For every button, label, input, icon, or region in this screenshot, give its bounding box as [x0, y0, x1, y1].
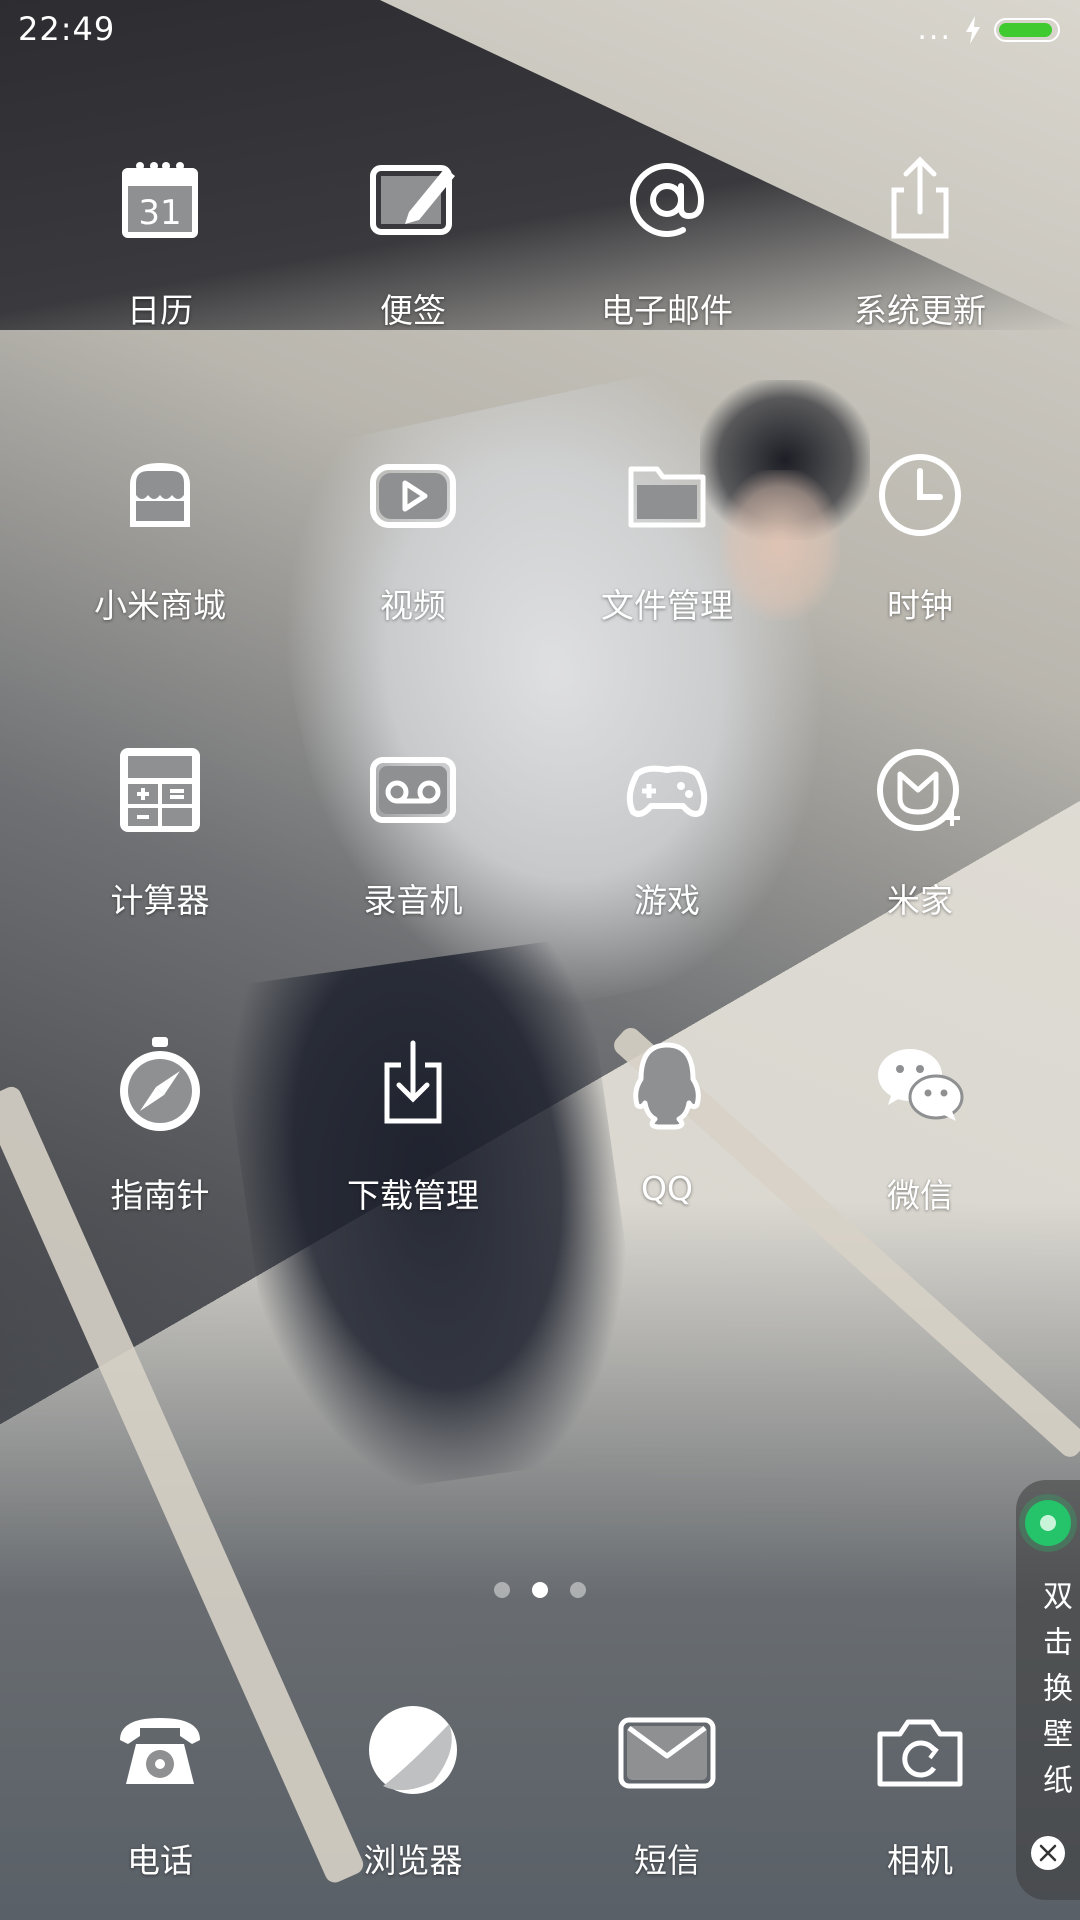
- app-label: 电话: [127, 1841, 193, 1880]
- calculator-icon: [110, 740, 210, 840]
- app-label: 视频: [380, 586, 446, 625]
- mijia-icon: [870, 740, 970, 840]
- wechat-icon: [870, 1035, 970, 1135]
- app-game[interactable]: 游戏: [557, 740, 777, 970]
- app-label: 相机: [887, 1841, 953, 1880]
- app-mijia[interactable]: 米家: [810, 740, 1030, 970]
- app-label: QQ: [641, 1169, 693, 1208]
- app-video[interactable]: 视频: [303, 445, 523, 675]
- game-icon: [617, 740, 717, 840]
- recorder-icon: [363, 740, 463, 840]
- app-label: 电子邮件: [601, 291, 733, 330]
- app-system-update[interactable]: 系统更新: [810, 150, 1030, 380]
- app-label: 游戏: [634, 881, 700, 920]
- app-label: 微信: [887, 1176, 953, 1215]
- calendar-day: 31: [138, 193, 181, 233]
- app-label: 浏览器: [363, 1841, 463, 1880]
- qq-icon: [617, 1035, 717, 1135]
- home-screen[interactable]: 22:49 ... 31 日历 便签 电子邮件 系统更新 小米商城 视频 文件管…: [0, 0, 1080, 1920]
- app-label: 下载管理: [347, 1176, 479, 1215]
- camera-icon: [870, 1700, 970, 1800]
- app-label: 便签: [380, 291, 446, 330]
- page-dot[interactable]: [570, 1582, 586, 1598]
- mi-store-icon: [110, 445, 210, 545]
- app-notes[interactable]: 便签: [303, 150, 523, 380]
- dock-phone[interactable]: 电话: [50, 1700, 270, 1920]
- page-dot[interactable]: [532, 1582, 548, 1598]
- video-icon: [363, 445, 463, 545]
- app-calendar[interactable]: 31 日历: [50, 150, 270, 380]
- app-download-manager[interactable]: 下载管理: [303, 1035, 523, 1265]
- wallpaper-change-panel[interactable]: 双击换壁纸: [1016, 1480, 1080, 1900]
- close-icon[interactable]: [1031, 1836, 1065, 1870]
- app-label: 米家: [887, 881, 953, 920]
- app-label: 录音机: [363, 881, 463, 920]
- dock-browser[interactable]: 浏览器: [303, 1700, 523, 1920]
- app-label: 系统更新: [854, 291, 986, 330]
- status-icons: ...: [917, 12, 1060, 47]
- calendar-icon: 31: [110, 150, 210, 250]
- app-mi-store[interactable]: 小米商城: [50, 445, 270, 675]
- email-icon: [617, 150, 717, 250]
- wallpaper-dot-icon[interactable]: [1025, 1500, 1071, 1546]
- app-label: 短信: [634, 1841, 700, 1880]
- app-label: 日历: [127, 291, 193, 330]
- app-clock[interactable]: 时钟: [810, 445, 1030, 675]
- phone-icon: [110, 1700, 210, 1800]
- dock-messages[interactable]: 短信: [557, 1700, 777, 1920]
- app-wechat[interactable]: 微信: [810, 1035, 1030, 1265]
- app-label: 时钟: [887, 586, 953, 625]
- app-qq[interactable]: QQ: [557, 1035, 777, 1265]
- browser-icon: [363, 1700, 463, 1800]
- status-time: 22:49: [18, 10, 116, 48]
- status-bar: 22:49 ...: [0, 0, 1080, 60]
- app-calculator[interactable]: 计算器: [50, 740, 270, 970]
- battery-icon: [994, 18, 1060, 42]
- page-indicator[interactable]: [0, 1582, 1080, 1598]
- signal-dots-icon: ...: [917, 12, 952, 47]
- page-dot[interactable]: [494, 1582, 510, 1598]
- app-label: 指南针: [110, 1176, 210, 1215]
- app-email[interactable]: 电子邮件: [557, 150, 777, 380]
- app-label: 文件管理: [601, 586, 733, 625]
- clock-icon: [870, 445, 970, 545]
- notes-icon: [363, 150, 463, 250]
- system-update-icon: [870, 150, 970, 250]
- app-file-manager[interactable]: 文件管理: [557, 445, 777, 675]
- compass-icon: [110, 1035, 210, 1135]
- app-label: 计算器: [110, 881, 210, 920]
- app-compass[interactable]: 指南针: [50, 1035, 270, 1265]
- messages-icon: [617, 1700, 717, 1800]
- wallpaper-hint-text: 双击换壁纸: [1037, 1580, 1072, 1810]
- app-recorder[interactable]: 录音机: [303, 740, 523, 970]
- download-icon: [363, 1035, 463, 1135]
- battery-fill: [999, 23, 1052, 37]
- dock-camera[interactable]: 相机: [810, 1700, 1030, 1920]
- file-manager-icon: [617, 445, 717, 545]
- app-label: 小米商城: [94, 586, 226, 625]
- charging-icon: [966, 16, 980, 44]
